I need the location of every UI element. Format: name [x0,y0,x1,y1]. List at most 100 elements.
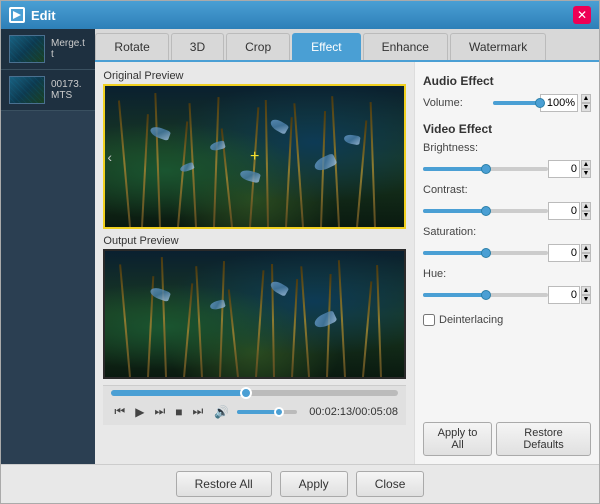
right-panel: Audio Effect Volume: ▲ [414,62,599,464]
contrast-slider-thumb[interactable] [481,206,491,216]
volume-slider-fill [493,101,540,105]
tab-enhance[interactable]: Enhance [363,33,448,60]
file-item[interactable]: 00173.MTS [1,70,95,111]
volume-slider-thumb[interactable] [535,98,545,108]
hue-slider-container [423,293,548,297]
deinterlacing-checkbox[interactable] [423,314,435,326]
tab-crop[interactable]: Crop [226,33,290,60]
apply-to-all-button[interactable]: Apply to All [423,422,492,456]
brightness-slider-thumb[interactable] [481,164,491,174]
saturation-row: Saturation: [423,226,591,238]
tab-3d[interactable]: 3D [171,33,224,60]
saturation-slider-thumb[interactable] [481,248,491,258]
progress-fill [111,390,246,396]
hue-slider-thumb[interactable] [481,290,491,300]
deinterlacing-row: Deinterlacing [423,314,591,326]
hue-spin-up[interactable]: ▲ [581,286,591,295]
main-area: Rotate 3D Crop Effect Enhance Watermark … [95,29,599,464]
play-button[interactable]: ▶ [132,403,147,421]
stop-button[interactable]: ■ [172,403,185,421]
hue-row: Hue: [423,268,591,280]
reeds-out [105,251,404,377]
file-thumb [9,76,45,104]
tabs-bar: Rotate 3D Crop Effect Enhance Watermark [95,29,599,62]
preview-area: Original Preview [95,62,414,464]
saturation-input[interactable] [548,244,580,262]
saturation-spin-up[interactable]: ▲ [581,244,591,253]
playback-bar: ⏮ ▶ ⏭ ■ ⏭ 🔊 00:02:13/00:05:08 [103,385,406,425]
merge-thumb [9,35,45,63]
arrow-left-orig: ‹ [107,149,112,165]
merge-item[interactable]: Merge.tt [1,29,95,70]
hue-slider-track[interactable] [423,293,548,297]
bottom-bar: Restore All Apply Close [1,464,599,503]
content-area: Merge.tt 00173.MTS Rotate 3D Crop Effect… [1,29,599,464]
saturation-slider-track[interactable] [423,251,548,255]
volume-slider-track[interactable] [493,101,540,105]
brightness-spin-down[interactable]: ▼ [581,169,591,178]
contrast-row: Contrast: [423,184,591,196]
reeds-orig [105,86,404,227]
volume-spin-down[interactable]: ▼ [581,103,591,112]
volume-spin: ▲ ▼ [581,94,591,112]
saturation-slider-row: ▲ ▼ [423,244,591,262]
brightness-label: Brightness: [423,142,493,154]
output-preview [103,249,406,379]
progress-thumb[interactable] [240,387,252,399]
volume-row: Volume: ▲ ▼ [423,94,591,112]
output-section: Output Preview [103,235,406,379]
volume-track[interactable] [237,410,297,414]
volume-thumb[interactable] [274,407,284,417]
brightness-slider-track[interactable] [423,167,548,171]
title-bar-left: Edit [9,7,56,23]
tab-watermark[interactable]: Watermark [450,33,546,60]
apply-button[interactable]: Apply [280,471,348,497]
time-display: 00:02:13/00:05:08 [309,406,398,418]
contrast-slider-row: ▲ ▼ [423,202,591,220]
original-section: Original Preview [103,70,406,229]
original-preview: + ‹ [103,84,406,229]
app-icon [9,7,25,23]
progress-track[interactable] [111,390,398,396]
volume-fill [237,410,279,414]
tab-effect[interactable]: Effect [292,33,360,60]
controls-row: ⏮ ▶ ⏭ ■ ⏭ 🔊 00:02:13/00:05:08 [111,402,398,421]
right-apply-section: Apply to All Restore Defaults [423,414,591,456]
contrast-input[interactable] [548,202,580,220]
contrast-spin-down[interactable]: ▼ [581,211,591,220]
file-name: 00173.MTS [51,79,87,101]
tab-rotate[interactable]: Rotate [95,33,168,60]
volume-input[interactable] [540,94,578,112]
window-title: Edit [31,8,56,23]
saturation-label: Saturation: [423,226,493,238]
hue-spin: ▲ ▼ [581,286,591,304]
brightness-slider-container [423,167,548,171]
contrast-spin-up[interactable]: ▲ [581,202,591,211]
skip-start-button[interactable]: ⏮ [111,402,128,421]
contrast-slider-container [423,209,548,213]
deinterlacing-label: Deinterlacing [439,314,503,326]
fast-forward-button[interactable]: ⏭ [151,402,168,421]
volume-value-group: ▲ ▼ [540,94,591,112]
close-button[interactable]: Close [356,471,425,497]
volume-icon: 🔊 [214,405,229,419]
saturation-spin-down[interactable]: ▼ [581,253,591,262]
brightness-row: Brightness: [423,142,591,154]
hue-spin-down[interactable]: ▼ [581,295,591,304]
volume-spin-up[interactable]: ▲ [581,94,591,103]
restore-defaults-button[interactable]: Restore Defaults [496,422,591,456]
hue-slider-row: ▲ ▼ [423,286,591,304]
edit-window: Edit ✕ Merge.tt 00173.MTS Rotate 3D Crop… [0,0,600,504]
contrast-label: Contrast: [423,184,493,196]
hue-slider-fill [423,293,486,297]
close-window-button[interactable]: ✕ [573,6,591,24]
hue-input[interactable] [548,286,580,304]
output-label: Output Preview [103,235,406,247]
contrast-slider-track[interactable] [423,209,548,213]
brightness-spin: ▲ ▼ [581,160,591,178]
audio-section-title: Audio Effect [423,74,591,88]
skip-end-button[interactable]: ⏭ [190,402,207,421]
restore-all-button[interactable]: Restore All [176,471,272,497]
brightness-input[interactable] [548,160,580,178]
brightness-spin-up[interactable]: ▲ [581,160,591,169]
